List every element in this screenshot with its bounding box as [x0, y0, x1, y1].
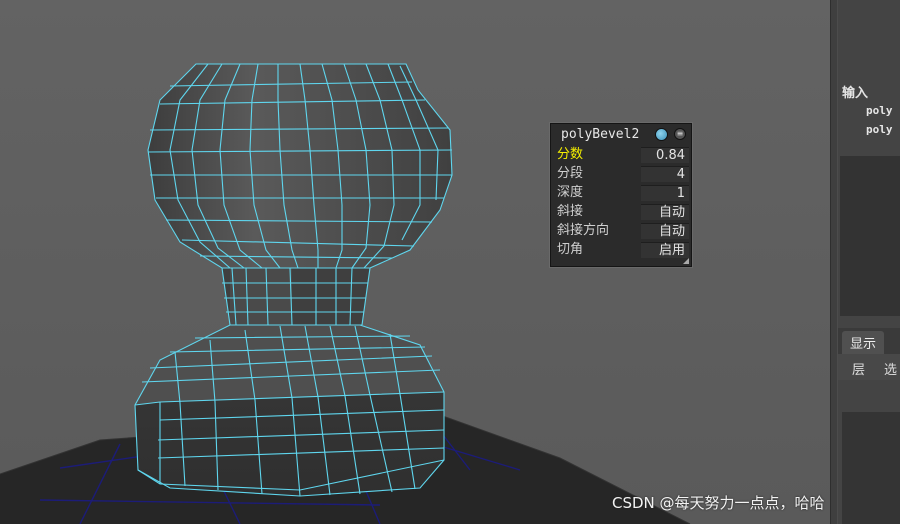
depth-value[interactable]: 1 [641, 185, 689, 201]
stem-mesh [221, 267, 371, 326]
fraction-label: 分数 [557, 147, 584, 162]
inputs-heading: 输入 [842, 86, 869, 101]
miter-along-label: 斜接方向 [557, 223, 610, 238]
wireframe-model[interactable] [0, 0, 830, 524]
chamfer-value[interactable]: 启用 [641, 242, 689, 258]
hud-row-segments[interactable]: 分段 4 [555, 165, 689, 183]
menu-layers[interactable]: 层 [852, 359, 865, 378]
watermark-text: CSDN @每天努力一点点，哈哈 [612, 494, 825, 512]
input-node-item[interactable]: poly [866, 123, 893, 136]
options-menu-icon[interactable]: ≡ [674, 128, 686, 140]
hud-row-chamfer[interactable]: 切角 启用 [555, 241, 689, 259]
hud-row-miter-along[interactable]: 斜接方向 自动 [555, 222, 689, 240]
layer-list-area [842, 412, 900, 524]
depth-label: 深度 [557, 185, 584, 200]
viewport-3d[interactable]: polyBevel2 ≡ 分数 0.84 分段 4 深度 1 斜接 自动 斜接方… [0, 0, 830, 524]
mitering-value[interactable]: 自动 [641, 204, 689, 220]
segments-label: 分段 [557, 166, 584, 181]
layer-editor-tabs: 显示 [838, 328, 900, 354]
channel-attributes-area [840, 156, 900, 316]
hud-title: polyBevel2 [561, 127, 640, 142]
channel-box-panel: 输入 poly poly 显示 层 选 [838, 0, 900, 524]
fraction-value[interactable]: 0.84 [641, 147, 689, 163]
hud-row-depth[interactable]: 深度 1 [555, 184, 689, 202]
panel-splitter[interactable] [830, 0, 838, 524]
channel-box-header [838, 0, 900, 70]
poly-bevel-hud[interactable]: polyBevel2 ≡ 分数 0.84 分段 4 深度 1 斜接 自动 斜接方… [550, 123, 692, 267]
attribute-editor-icon[interactable] [655, 128, 668, 141]
segments-value[interactable]: 4 [641, 166, 689, 182]
resize-handle-icon[interactable] [683, 258, 689, 264]
miter-along-value[interactable]: 自动 [641, 223, 689, 239]
hud-row-fraction[interactable]: 分数 0.84 [555, 146, 689, 164]
base-mesh [134, 324, 445, 497]
hud-row-mitering[interactable]: 斜接 自动 [555, 203, 689, 221]
layer-editor-menubar: 层 选 [838, 354, 900, 380]
tab-display[interactable]: 显示 [842, 331, 885, 354]
chamfer-label: 切角 [557, 242, 584, 257]
bowl-mesh [147, 63, 453, 269]
mitering-label: 斜接 [557, 204, 584, 219]
menu-options[interactable]: 选 [884, 359, 897, 378]
input-node-item[interactable]: poly [866, 104, 893, 117]
